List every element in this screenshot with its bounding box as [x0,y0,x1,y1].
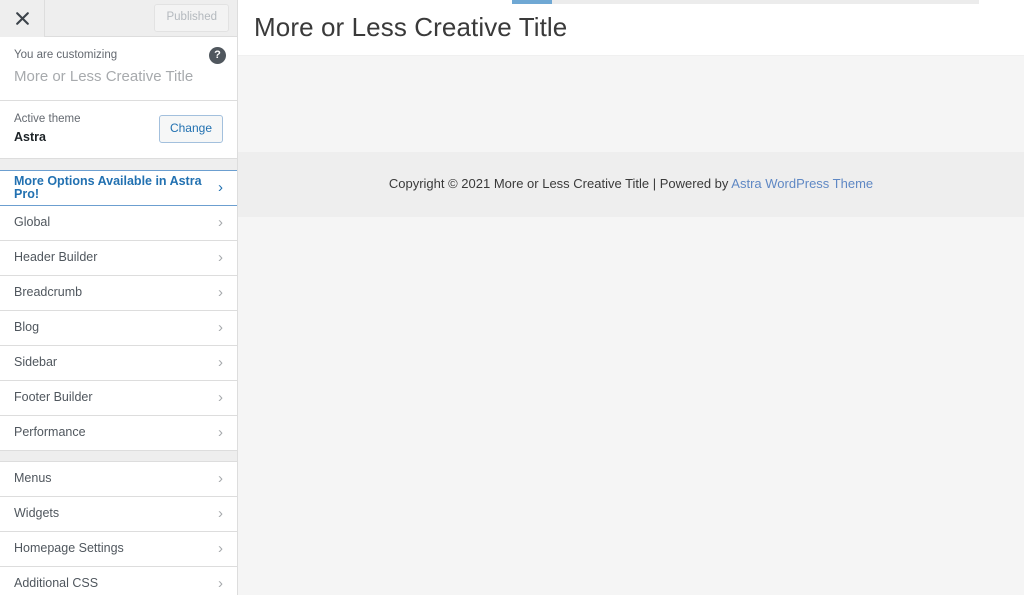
sidebar-item-label: Performance [14,425,86,440]
sidebar-item-label: Breadcrumb [14,285,83,300]
site-preview-frame[interactable]: More or Less Creative Title Copyright © … [238,0,1024,595]
site-footer: Copyright © 2021 More or Less Creative T… [238,152,1024,217]
chevron-right-icon: › [218,540,223,558]
astra-theme-link[interactable]: Astra WordPress Theme [731,176,873,191]
sidebar-item-additional-css[interactable]: Additional CSS › [0,566,237,595]
page-title: More or Less Creative Title [254,11,568,42]
sidebar-item-label: Menus [14,471,52,486]
sidebar-item-homepage-settings[interactable]: Homepage Settings › [0,531,237,567]
chevron-right-icon: › [218,249,223,267]
chevron-right-icon: › [218,354,223,372]
customizing-site-title: More or Less Creative Title [14,68,194,86]
chevron-right-icon: › [218,179,223,197]
help-icon[interactable]: ? [209,47,226,64]
sidebar-item-label: Homepage Settings [14,541,124,556]
customizer-app: Published You are customizing More or Le… [0,0,1024,595]
chevron-right-icon: › [218,424,223,442]
sidebar-item-header-builder[interactable]: Header Builder › [0,240,237,276]
chevron-right-icon: › [218,214,223,232]
customizer-menu-list: More Options Available in Astra Pro! › G… [0,169,237,595]
active-theme-section: Active theme Astra Change [0,101,237,159]
active-theme-label: Active theme [14,113,81,126]
close-customizer-button[interactable] [0,0,45,37]
preview-loading-bar-fill [512,0,552,4]
site-header: More or Less Creative Title [238,0,1024,56]
sidebar-item-label: Additional CSS [14,576,99,591]
sidebar-top-gap [0,158,237,170]
sidebar-item-performance[interactable]: Performance › [0,415,237,451]
sidebar-item-sidebar[interactable]: Sidebar › [0,345,237,381]
sidebar-item-global[interactable]: Global › [0,205,237,241]
chevron-right-icon: › [218,389,223,407]
site-below-footer-area [238,217,1024,595]
sidebar-item-breadcrumb[interactable]: Breadcrumb › [0,275,237,311]
published-button[interactable]: Published [154,4,229,32]
sidebar-item-widgets[interactable]: Widgets › [0,496,237,532]
customizer-topbar: Published [0,0,237,37]
active-theme-name: Astra [14,129,46,144]
sidebar-item-label: Header Builder [14,250,98,265]
sidebar-item-label: Blog [14,320,40,335]
change-theme-button[interactable]: Change [158,115,223,143]
chevron-right-icon: › [218,319,223,337]
site-content-area [238,56,1024,152]
sidebar-section-divider [0,449,237,462]
active-theme-meta: Active theme Astra [14,112,80,145]
sidebar-item-menus[interactable]: Menus › [0,461,237,497]
chevron-right-icon: › [218,575,223,593]
sidebar-item-blog[interactable]: Blog › [0,310,237,346]
sidebar-item-label: More Options Available in Astra Pro! [14,174,202,201]
chevron-right-icon: › [218,470,223,488]
customizing-eyebrow: You are customizing [14,49,118,61]
sidebar-item-label: Widgets [14,506,60,521]
sidebar-item-footer-builder[interactable]: Footer Builder › [0,380,237,416]
sidebar-item-label: Footer Builder [14,390,93,405]
sidebar-item-astra-pro[interactable]: More Options Available in Astra Pro! › [0,169,237,206]
footer-copyright-text: Copyright © 2021 More or Less Creative T… [388,176,732,192]
preview-loading-bar [512,0,979,4]
sidebar-item-label: Sidebar [14,355,58,370]
publish-area: Published [154,4,237,32]
chevron-right-icon: › [218,284,223,302]
footer-copyright: Copyright © 2021 More or Less Creative T… [389,174,873,195]
sidebar-item-label: Global [14,215,51,230]
close-icon [15,11,29,25]
chevron-right-icon: › [218,505,223,523]
customizing-info-panel: You are customizing More or Less Creativ… [0,37,237,102]
customizer-sidebar: Published You are customizing More or Le… [0,0,238,595]
